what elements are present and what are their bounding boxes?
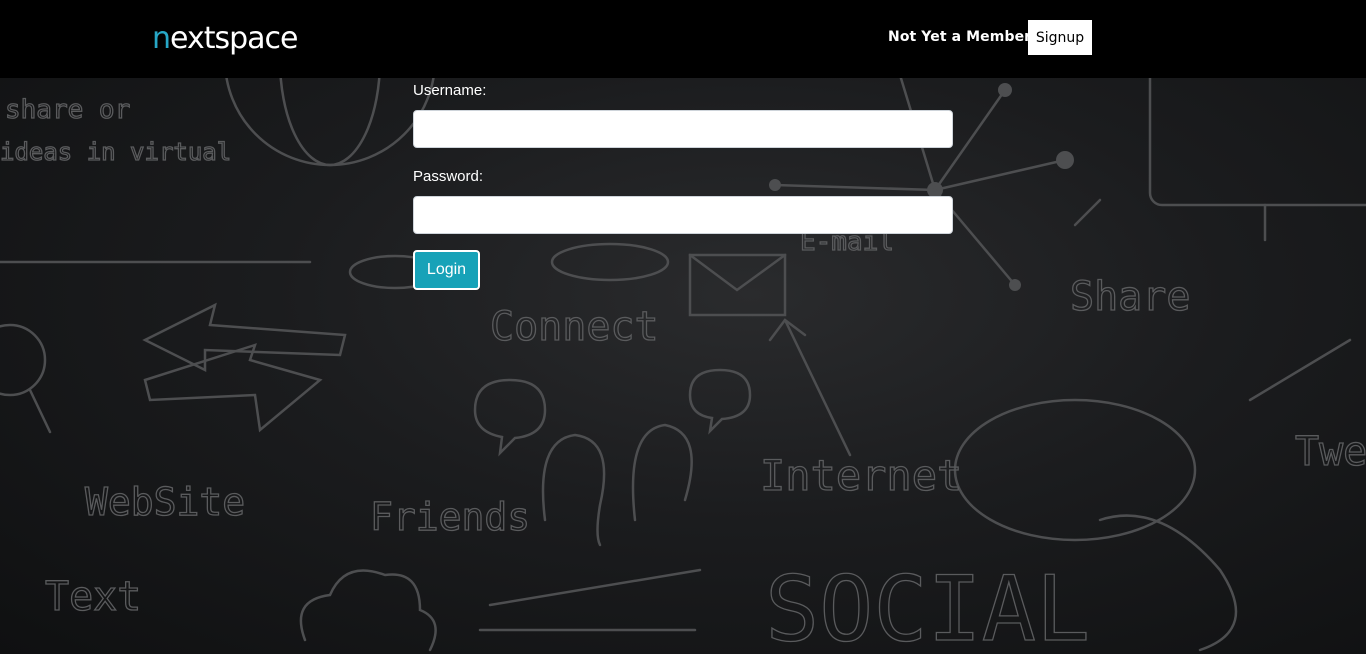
doodle-word: ideas in virtual [0,138,231,166]
member-prompt: Not Yet a Member? [888,29,1040,45]
logo-accent-letter: n [152,20,171,56]
logo-rest: extspace [170,20,298,56]
username-label: Username: [413,82,487,99]
doodle-word: WebSite [85,480,245,524]
doodle-word: Friends [370,495,530,539]
doodle-word: Text [45,574,141,620]
doodle-word: SOCIAL [765,557,1090,654]
password-input[interactable] [413,196,953,234]
doodle-word: Internet [760,451,962,500]
top-navbar: n extspace Not Yet a Member? Signup [0,0,1366,78]
nextspace-logo[interactable]: n extspace [152,20,298,56]
username-input[interactable] [413,110,953,148]
signup-button[interactable]: Signup [1028,20,1092,55]
doodle-word: Share [1070,274,1190,320]
doodle-illustration: share or ideas in virtual Connect WebSit… [0,0,1366,654]
doodle-word: share or [5,95,130,125]
doodle-word: Connect [490,304,659,350]
password-label: Password: [413,168,484,185]
login-button[interactable]: Login [413,250,480,290]
background-chalkboard: share or ideas in virtual Connect WebSit… [0,0,1366,654]
doodle-word: Twe [1295,429,1366,475]
